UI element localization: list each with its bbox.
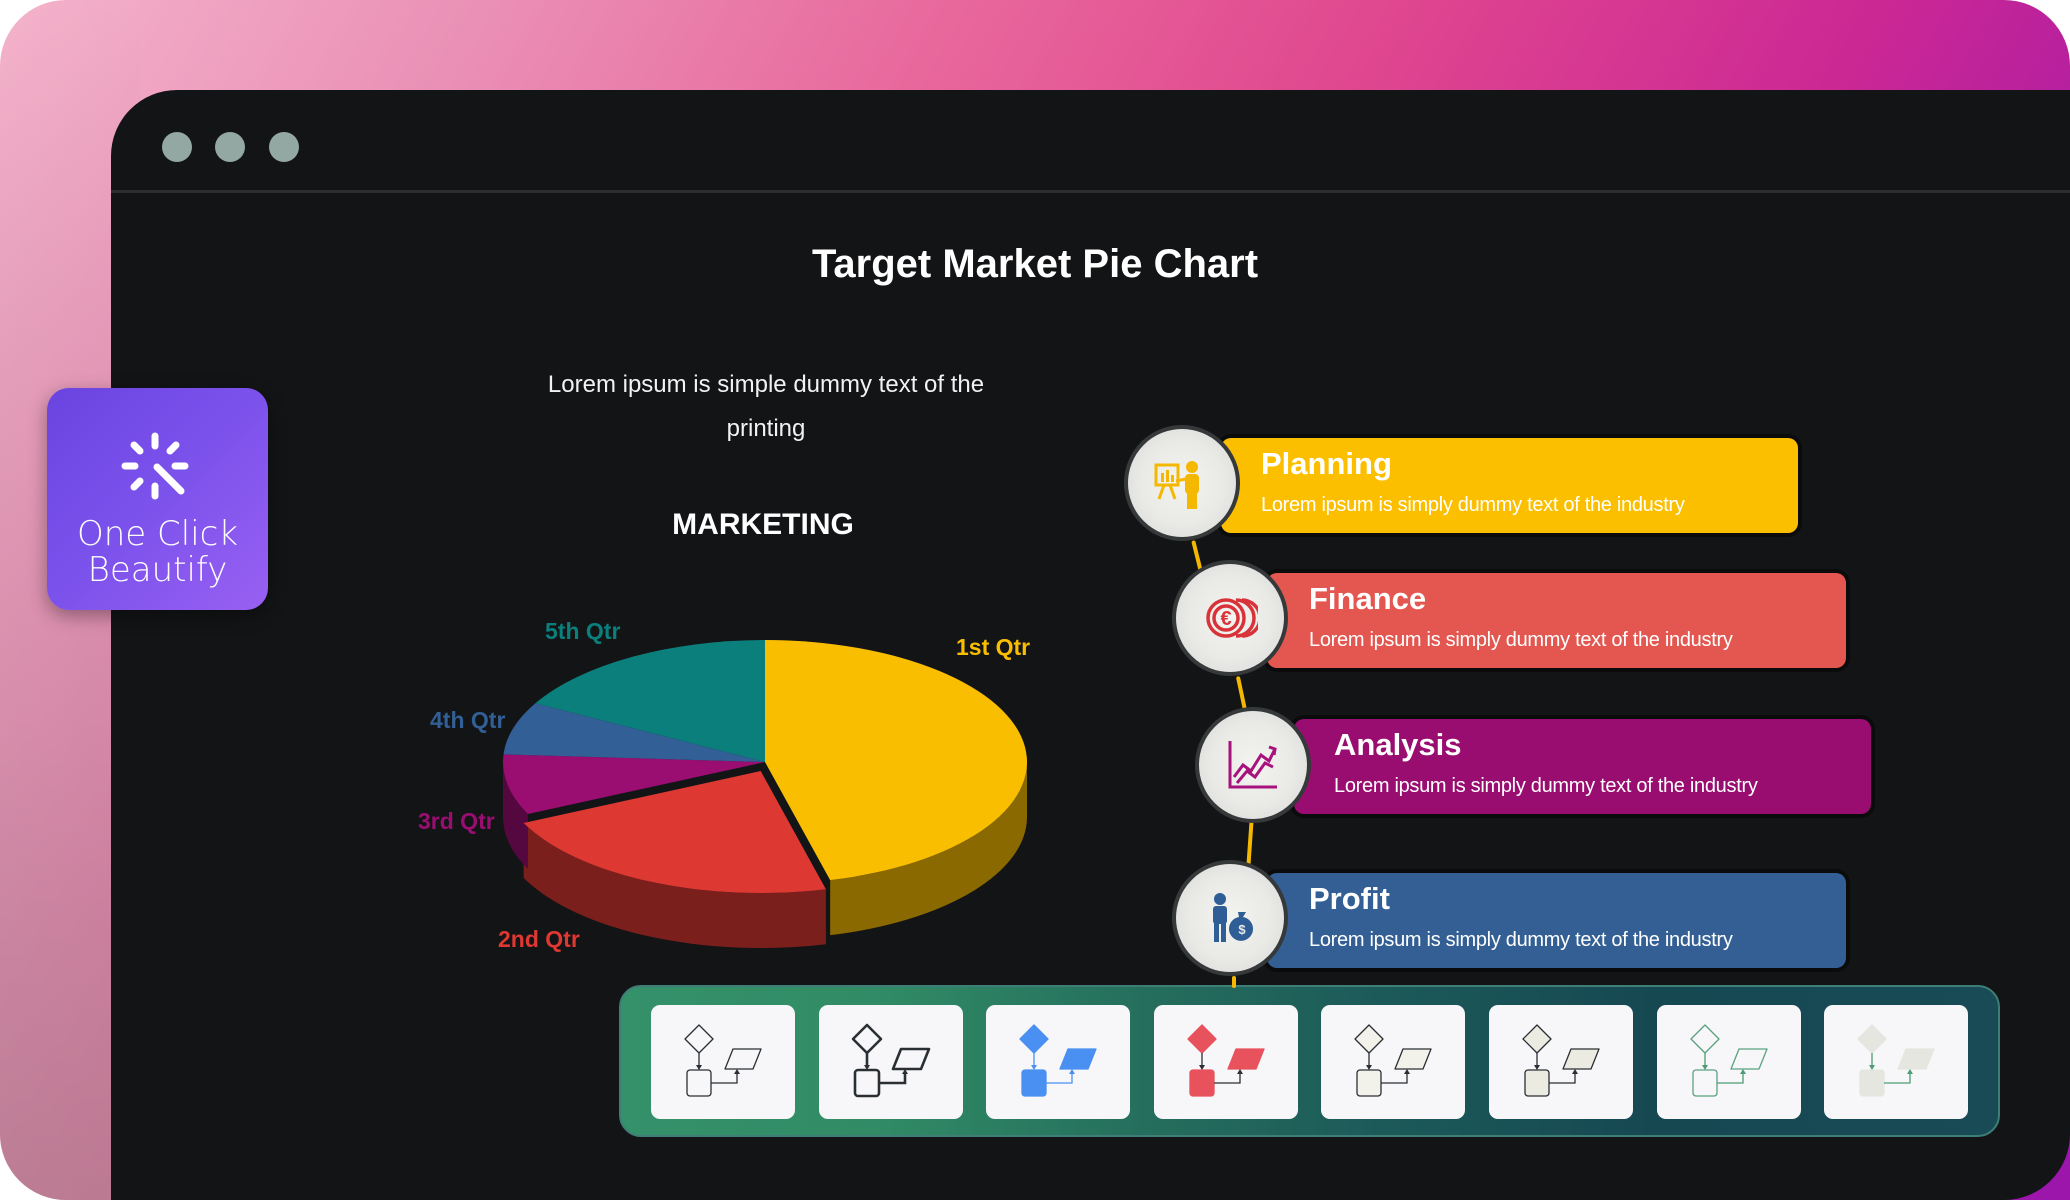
template-style-card-beige-outline[interactable] [1489,1005,1633,1119]
step-icon-circle [1124,425,1240,541]
flowchart-style-icon [1522,1024,1600,1097]
flowchart-style-icon [1187,1024,1265,1097]
svg-text:€: € [1220,608,1231,630]
pie-label-5th-qtr: 5th Qtr [545,618,621,644]
pie-label-2nd-qtr: 2nd Qtr [498,926,580,952]
step-planning[interactable]: Planning Lorem ipsum is simply dummy tex… [1221,438,1798,533]
step-title: Profit [1309,881,1390,916]
beautify-label-line1: One Click [76,514,239,554]
step-title: Analysis [1334,727,1462,762]
template-style-card-green-outline[interactable] [1656,1005,1801,1119]
beautify-label: One Click Beautify [47,516,268,588]
template-style-card-blue-filled[interactable] [986,1005,1131,1119]
flowchart-style-icon [1857,1024,1935,1097]
pie-label-1st-qtr: 1st Qtr [956,634,1031,660]
magic-wand-sparkle-icon [121,432,189,500]
step-title: Planning [1261,446,1392,481]
step-finance[interactable]: Finance Lorem ipsum is simply dummy text… [1267,573,1846,668]
template-style-strip [619,985,2000,1137]
presentation-icon [1154,461,1199,509]
template-style-card-cream-outline[interactable] [1321,1005,1466,1119]
svg-text:$: $ [1238,922,1246,937]
step-title: Finance [1309,581,1427,616]
template-style-card-red-filled[interactable] [1153,1005,1298,1119]
flowchart-style-icon [1689,1024,1768,1097]
businessman-money-bag-icon: $ [1213,893,1253,942]
beautify-label-line2: Beautify [87,550,228,590]
step-icon-circle: € [1172,560,1288,676]
step-description: Lorem ipsum is simply dummy text of the … [1261,494,1685,516]
template-style-card-grey-muted[interactable] [1824,1005,1969,1119]
pie-label-4th-qtr: 4th Qtr [430,707,506,733]
template-style-card-outline-bold[interactable] [818,1005,963,1119]
step-description: Lorem ipsum is simply dummy text of the … [1309,629,1733,651]
connector-line [1232,976,1236,988]
flowchart-style-icon [684,1024,762,1097]
step-profit[interactable]: Profit Lorem ipsum is simply dummy text … [1267,873,1846,968]
template-style-card-outline-thin[interactable] [651,1005,795,1119]
flowchart-style-icon [1019,1024,1097,1097]
step-icon-circle: $ [1172,860,1288,976]
euro-coins-icon: € [1206,598,1258,638]
step-analysis[interactable]: Analysis Lorem ipsum is simply dummy tex… [1294,719,1871,814]
step-description: Lorem ipsum is simply dummy text of the … [1334,775,1758,797]
flowchart-style-icon [1354,1024,1433,1097]
pie-label-3rd-qtr: 3rd Qtr [418,808,495,834]
step-icon-circle [1195,707,1311,823]
step-description: Lorem ipsum is simply dummy text of the … [1309,929,1733,951]
growth-chart-icon [1228,741,1277,789]
flowchart-style-icon [851,1023,930,1098]
one-click-beautify-button[interactable]: One Click Beautify [47,388,268,610]
